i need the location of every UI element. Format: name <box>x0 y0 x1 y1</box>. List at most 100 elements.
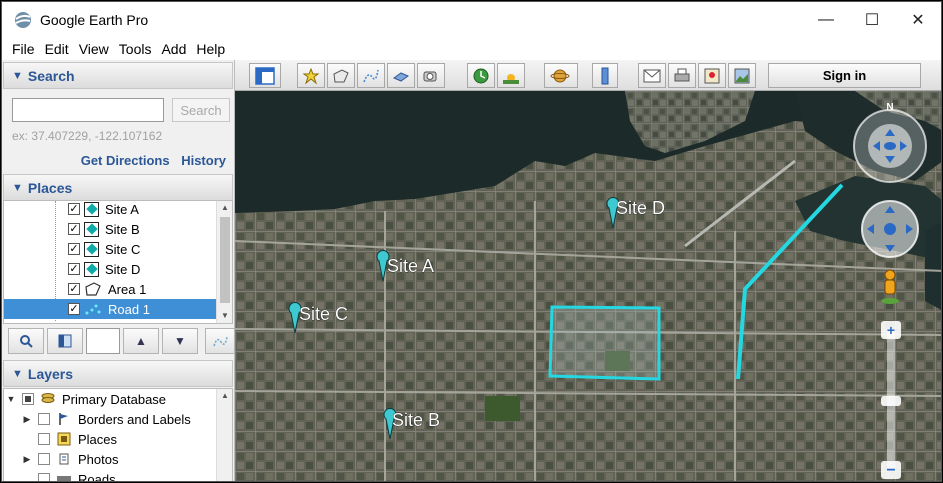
placemark-icon <box>84 221 99 237</box>
expand-down-icon[interactable]: ▼ <box>6 394 16 404</box>
ruler-button[interactable] <box>592 63 618 88</box>
tour-button[interactable] <box>205 328 235 354</box>
scroll-thumb[interactable] <box>220 217 230 303</box>
photos-icon <box>56 452 72 466</box>
move-down-button[interactable]: ▼ <box>162 328 198 354</box>
layers-panel-header[interactable]: ▼ Layers <box>3 360 233 387</box>
google-maps-icon <box>704 68 720 83</box>
checkbox[interactable]: ✓ <box>68 203 80 215</box>
history-link[interactable]: History <box>181 153 226 168</box>
satellite-imagery[interactable]: Site A Site B Site C Site D N + − <box>235 91 942 482</box>
checkbox[interactable]: ✓ <box>68 283 80 295</box>
window-title: Google Earth Pro <box>40 12 149 28</box>
search-panel-header[interactable]: ▼ Search <box>3 62 233 89</box>
historical-imagery-button[interactable] <box>467 63 495 88</box>
search-input[interactable] <box>12 98 164 122</box>
search-places-button[interactable] <box>8 328 44 354</box>
places-panel-header[interactable]: ▼ Places <box>3 174 233 201</box>
scroll-up-icon[interactable]: ▲ <box>217 389 232 403</box>
layer-item-photos[interactable]: ▶ Photos <box>22 449 232 469</box>
place-label: Site D <box>105 261 141 277</box>
sun-icon <box>503 73 519 84</box>
minimize-button[interactable]: — <box>803 2 849 38</box>
menu-view[interactable]: View <box>79 41 109 57</box>
planets-button[interactable] <box>544 63 578 88</box>
ruler-icon <box>601 67 609 84</box>
places-tree: ✓ Site A ✓ Site B ✓ Site C ✓ Site D ✓ Ar… <box>3 200 233 324</box>
printer-icon <box>674 68 690 81</box>
roads-icon <box>56 472 72 481</box>
collapse-triangle-icon: ▼ <box>12 367 23 380</box>
email-button[interactable] <box>638 63 666 88</box>
search-button[interactable]: Search <box>172 98 230 122</box>
add-placemark-button[interactable] <box>297 63 325 88</box>
layers-header-label: Layers <box>27 365 74 382</box>
expand-right-icon[interactable]: ▶ <box>22 454 32 465</box>
area-1-polygon[interactable] <box>548 305 661 381</box>
layer-item-roads[interactable]: Roads <box>22 469 232 481</box>
layers-scrollbar[interactable]: ▲ <box>216 389 232 481</box>
checkbox[interactable] <box>38 453 50 465</box>
move-control[interactable] <box>861 200 919 258</box>
add-image-overlay-button[interactable] <box>387 63 415 88</box>
places-filter-box[interactable] <box>86 328 120 354</box>
sidebar-toggle-button[interactable] <box>249 63 281 88</box>
clock-icon <box>473 68 489 83</box>
print-button[interactable] <box>668 63 696 88</box>
menu-edit[interactable]: Edit <box>45 41 69 57</box>
checkbox[interactable] <box>38 473 50 481</box>
checkbox[interactable]: ✓ <box>68 243 80 255</box>
place-item-site-a[interactable]: ✓ Site A <box>4 201 216 219</box>
place-item-area-1[interactable]: ✓ Area 1 <box>4 279 216 299</box>
checkbox[interactable]: ✓ <box>68 223 80 235</box>
checkbox[interactable] <box>38 433 50 445</box>
google-earth-window: Google Earth Pro — ☐ ✕ File Edit View To… <box>1 1 942 482</box>
layer-item-borders-and-labels[interactable]: ▶ Borders and Labels <box>22 409 232 429</box>
add-path-button[interactable] <box>357 63 385 88</box>
move-up-button[interactable]: ▲ <box>123 328 159 354</box>
eye-icon <box>884 142 896 150</box>
expand-right-icon[interactable]: ▶ <box>22 414 32 425</box>
zoom-thumb[interactable] <box>881 396 901 406</box>
pin-label: Site A <box>387 256 434 276</box>
view-in-maps-button[interactable] <box>698 63 726 88</box>
scroll-down-icon[interactable]: ▼ <box>217 309 232 323</box>
place-item-site-d[interactable]: ✓ Site D <box>4 259 216 279</box>
save-image-button[interactable] <box>728 63 756 88</box>
sign-in-button[interactable]: Sign in <box>768 63 921 88</box>
places-scrollbar[interactable]: ▲ ▼ <box>216 201 232 323</box>
record-tour-button[interactable] <box>417 63 445 88</box>
scroll-up-icon[interactable]: ▲ <box>217 201 232 215</box>
layer-label: Places <box>78 431 118 447</box>
place-item-road-1[interactable]: ✓ Road 1 <box>4 299 216 319</box>
place-item-site-c[interactable]: ✓ Site C <box>4 239 216 259</box>
get-directions-link[interactable]: Get Directions <box>81 153 170 168</box>
placemark-icon <box>84 201 99 217</box>
checkbox[interactable] <box>38 413 50 425</box>
checkbox[interactable]: ✓ <box>68 263 80 275</box>
checkbox[interactable]: ✓ <box>68 303 80 315</box>
maximize-button[interactable]: ☐ <box>849 2 895 38</box>
menu-add[interactable]: Add <box>161 41 186 57</box>
menu-help[interactable]: Help <box>196 41 225 57</box>
menu-bar: File Edit View Tools Add Help <box>2 38 941 60</box>
menu-file[interactable]: File <box>12 41 35 57</box>
collapse-triangle-icon: ▼ <box>12 69 23 82</box>
toggle-panel-button[interactable] <box>47 328 83 354</box>
collapse-triangle-icon: ▼ <box>12 181 23 194</box>
close-button[interactable]: ✕ <box>895 2 941 38</box>
layer-label: Borders and Labels <box>78 411 191 427</box>
place-label: Site A <box>105 201 139 217</box>
place-item-site-b[interactable]: ✓ Site B <box>4 219 216 239</box>
add-polygon-button[interactable] <box>327 63 355 88</box>
compass-north-label: N <box>886 102 893 113</box>
sunlight-button[interactable] <box>497 63 525 88</box>
image-overlay-icon <box>392 71 410 82</box>
menu-tools[interactable]: Tools <box>119 41 152 57</box>
layer-item-places[interactable]: Places <box>22 429 232 449</box>
path-icon <box>85 304 101 315</box>
layer-item-primary-database[interactable]: ▼ Primary Database <box>6 389 218 409</box>
checkbox[interactable] <box>22 393 34 405</box>
path-add-icon <box>363 69 379 82</box>
map-view[interactable]: Site A Site B Site C Site D N + − <box>235 91 942 482</box>
